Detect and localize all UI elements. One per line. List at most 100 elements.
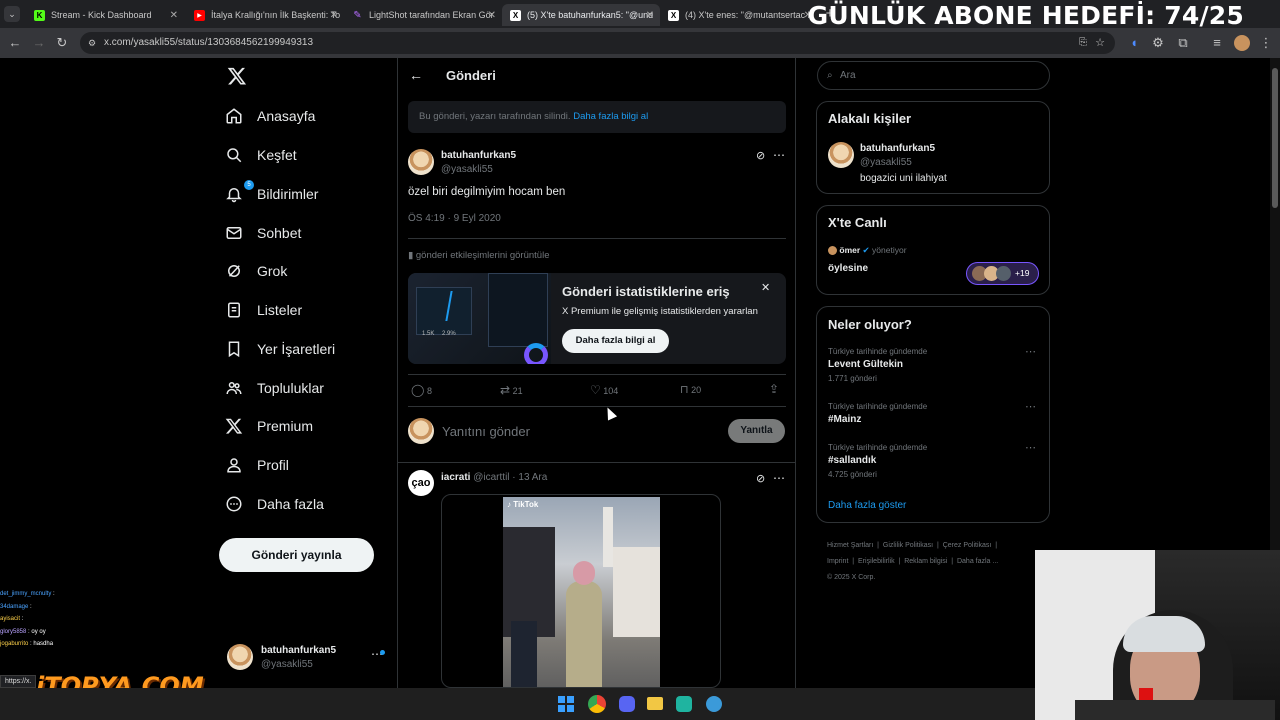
promo-learn-more-button[interactable]: Daha fazla bilgi al — [562, 329, 669, 353]
bookmark-action[interactable]: ⊓ 20 — [680, 383, 701, 396]
repost-action[interactable]: ⇄ 21 — [500, 383, 523, 397]
browser-address-bar: ← → ↻ ⚙ x.com/yasakli55/status/130368456… — [0, 28, 1280, 58]
extension-audio-icon[interactable]: ◖ — [1126, 35, 1142, 51]
nav-item-explore[interactable]: Keşfet — [225, 140, 297, 170]
folder-icon[interactable] — [647, 697, 663, 710]
browser-menu-icon[interactable]: ⋮ — [1258, 35, 1274, 51]
show-more-link[interactable]: Daha fazla göster — [828, 500, 906, 511]
streamer-shirt-shape — [1075, 700, 1275, 720]
tiktok-video-thumbnail[interactable]: ♪ TikTok — [503, 497, 660, 687]
view-engagements-link[interactable]: ▮ gönderi etkileşimlerini görüntüle — [408, 250, 549, 261]
nav-item-bookmarks[interactable]: Yer İşaretleri — [225, 334, 335, 364]
avatar[interactable] — [408, 149, 434, 175]
post-timestamp[interactable]: ÖS 4:19 · 9 Eyl 2020 — [408, 213, 501, 224]
url-omnibox[interactable]: ⚙ x.com/yasakli55/status/130368456219994… — [80, 32, 1115, 54]
avatar[interactable]: çao — [408, 470, 434, 496]
back-arrow-icon[interactable]: ← — [7, 35, 23, 51]
profile-avatar[interactable] — [1234, 35, 1250, 51]
back-arrow-icon[interactable]: ← — [409, 67, 423, 83]
reply-author-handle[interactable]: @icarttil — [473, 472, 509, 483]
browser-tab-x-active[interactable]: X (5) X'te batuhanfurkan5: "@und ✕ — [502, 4, 660, 26]
premium-promo-card: 1.5K 2.9% Gönderi istatistiklerine eriş … — [408, 273, 786, 364]
reply-author-name[interactable]: iacrati — [441, 472, 470, 483]
browser-tab-kick[interactable]: K Stream - Kick Dashboard ✕ — [26, 4, 184, 26]
close-icon[interactable]: ✕ — [646, 10, 654, 21]
discord-icon[interactable] — [619, 696, 635, 712]
live-title[interactable]: öylesine — [828, 263, 868, 274]
footer-link[interactable]: Erişilebilirlik — [858, 558, 895, 565]
browser-tab-youtube[interactable]: ▶ İtalya Krallığı'nın İlk Başkenti: To ✕ — [186, 4, 344, 26]
reply-date[interactable]: · 13 Ara — [512, 472, 547, 483]
forward-arrow-icon[interactable]: → — [31, 35, 47, 51]
like-action[interactable]: ♡ 104 — [590, 383, 618, 397]
avatar — [996, 266, 1011, 281]
more-dots-icon[interactable]: ⋯ — [773, 471, 785, 485]
footer-link[interactable]: Imprint — [827, 558, 848, 565]
reply-media[interactable]: ♪ TikTok — [441, 494, 721, 688]
post-button[interactable]: Gönderi yayınla — [219, 538, 374, 572]
reply-button[interactable]: Yanıtla — [728, 419, 785, 443]
footer-link[interactable]: Çerez Politikası — [943, 542, 992, 549]
app-icon[interactable] — [676, 696, 692, 712]
grok-icon[interactable]: ⊘ — [756, 149, 765, 162]
grok-icon[interactable]: ⊘ — [756, 472, 765, 485]
search-input[interactable]: ⌕ Ara — [817, 61, 1050, 90]
reply-action[interactable]: ◯ 8 — [411, 383, 432, 397]
live-host[interactable]: ömer ✔ yönetiyor — [828, 245, 907, 256]
scrollbar-thumb[interactable] — [1272, 68, 1278, 208]
reading-list-icon[interactable]: ≡ — [1209, 35, 1225, 51]
browser-tab-x[interactable]: X (4) X'te enes: "@mutantsertac h ✕ — [660, 4, 818, 26]
nav-item-communities[interactable]: Topluluklar — [225, 373, 324, 403]
footer-link[interactable]: Daha fazla ... — [957, 558, 998, 565]
trend-item[interactable]: Türkiye tarihinde gündemde Levent Gültek… — [817, 345, 1049, 389]
windows-start-icon[interactable] — [558, 696, 574, 712]
nav-item-profile[interactable]: Profil — [225, 450, 289, 480]
globe-icon[interactable] — [706, 696, 722, 712]
nav-item-lists[interactable]: Listeler — [225, 295, 302, 325]
close-icon[interactable]: ✕ — [330, 10, 338, 21]
footer-link[interactable]: Gizlilik Politikası — [883, 542, 933, 549]
footer-link[interactable]: Hizmet Şartları — [827, 542, 873, 549]
extensions-puzzle-icon[interactable]: ⧉ — [1175, 35, 1191, 51]
trend-item[interactable]: Türkiye tarihinde gündemde #Mainz ⋯ — [817, 400, 1049, 430]
more-dots-icon[interactable]: ⋯ — [1025, 345, 1036, 358]
post-author-name[interactable]: batuhanfurkan5 — [441, 150, 516, 161]
close-icon[interactable]: ✕ — [170, 10, 178, 21]
reload-icon[interactable]: ↻ — [54, 35, 70, 51]
nav-item-notifications[interactable]: 5 Bildirimler — [225, 179, 318, 209]
x-logo-icon[interactable] — [227, 66, 249, 88]
close-icon[interactable]: ✕ — [488, 10, 496, 21]
close-icon[interactable]: ✕ — [761, 281, 770, 294]
live-listeners-pill[interactable]: +19 — [966, 262, 1039, 285]
nav-item-more[interactable]: Daha fazla — [225, 489, 324, 519]
divider — [408, 238, 786, 239]
more-dots-icon[interactable]: ⋯ — [1025, 400, 1036, 413]
nav-item-premium[interactable]: Premium — [225, 411, 313, 441]
related-name[interactable]: batuhanfurkan5 — [860, 143, 935, 154]
share-icon[interactable]: ⇪ — [769, 382, 779, 396]
install-app-icon[interactable]: ⎘ — [1079, 32, 1087, 54]
site-info-icon[interactable]: ⚙ — [88, 32, 96, 54]
more-dots-icon[interactable]: ⋯ — [773, 148, 785, 162]
search-icon — [227, 148, 242, 163]
nav-label: Daha fazla — [257, 496, 324, 512]
nav-item-home[interactable]: Anasayfa — [225, 101, 315, 131]
trend-item[interactable]: Türkiye tarihinde gündemde #sallandık 4.… — [817, 441, 1049, 485]
more-dots-icon[interactable]: ⋯ — [1025, 441, 1036, 454]
tab-search-chevron-icon[interactable]: ⌄ — [4, 6, 20, 22]
learn-more-link[interactable]: Daha fazla bilgi al — [573, 111, 648, 122]
account-switcher[interactable]: batuhanfurkan5 @yasakli55 ⋯ — [217, 638, 392, 678]
chrome-icon[interactable] — [588, 695, 606, 713]
reply-input[interactable]: Yanıtını gönder — [442, 424, 530, 439]
footer-link[interactable]: Reklam bilgisi — [904, 558, 947, 565]
browser-tab-lightshot[interactable]: ✎ LightShot tarafından Ekran Gör ✕ — [344, 4, 502, 26]
nav-item-grok[interactable]: Grok — [225, 256, 287, 286]
chat-user: 34damage — [0, 603, 29, 610]
avatar[interactable] — [828, 142, 854, 168]
related-handle[interactable]: @yasakli55 — [860, 157, 912, 168]
extension-icon[interactable]: ⚙ — [1150, 35, 1166, 51]
post-text: özel biri degilmiyim hocam ben — [408, 186, 566, 198]
bookmark-star-icon[interactable]: ☆ — [1095, 32, 1105, 54]
post-author-handle[interactable]: @yasakli55 — [441, 164, 493, 175]
nav-item-chat[interactable]: Sohbet — [225, 218, 301, 248]
